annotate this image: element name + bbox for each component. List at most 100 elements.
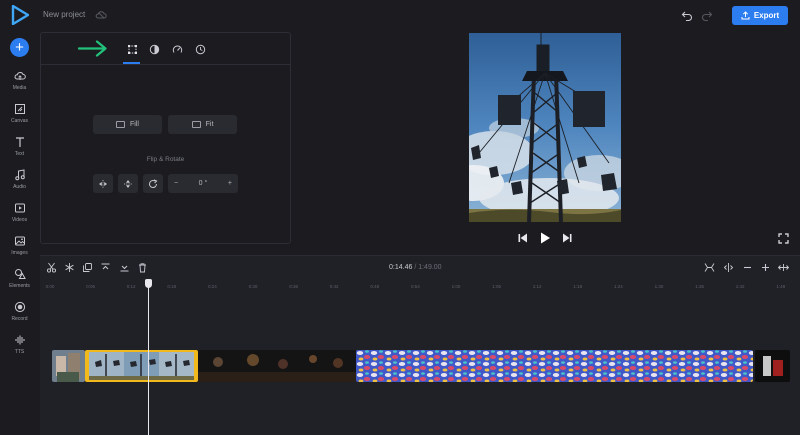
clip-thumbnail-image (755, 350, 790, 382)
current-time: 0:14.46 (389, 264, 413, 271)
cloud-sync-icon (95, 11, 107, 19)
expand-timeline-icon[interactable] (778, 262, 789, 273)
zoom-out-icon[interactable] (742, 262, 753, 273)
sidebar-item-label: Audio (13, 184, 26, 190)
export-button[interactable]: Export (732, 6, 788, 25)
flip-vertical-button[interactable] (118, 174, 138, 193)
fit-button[interactable]: Fit (168, 115, 237, 134)
export-label: Export (753, 11, 780, 20)
flip-vertical-icon (124, 179, 132, 188)
project-name[interactable]: New project (43, 10, 85, 19)
music-note-icon (14, 169, 25, 181)
fullscreen-icon[interactable] (778, 233, 789, 244)
fill-icon (116, 121, 126, 128)
playhead-line[interactable] (148, 280, 149, 435)
tab-speed[interactable] (170, 42, 184, 56)
timeline: 0:14.46 / 1:49.00 0:00 0:06 0:12 0:18 0:24 0:… (40, 255, 800, 435)
ruler-tick-label: 0:24 (208, 284, 217, 289)
fit-label: Fit (205, 121, 214, 128)
redo-icon[interactable] (701, 9, 713, 21)
timeline-ruler[interactable]: 0:00 0:06 0:12 0:18 0:24 0:30 0:36 0:42 0:48 0:54… (40, 284, 800, 292)
ruler-tick-label: 0:30 (248, 284, 258, 289)
timeline-toolbar: 0:14.46 / 1:49.00 (40, 256, 800, 280)
sidebar-item-images[interactable]: Images (0, 235, 39, 265)
ruler-tick-label: 1:06 (492, 284, 501, 289)
speed-icon (172, 45, 182, 53)
play-icon[interactable] (539, 231, 551, 245)
clip-1[interactable] (52, 350, 85, 382)
image-icon (14, 236, 25, 246)
flip-rotate-label: Flip & Rotate (146, 156, 185, 163)
rotate-button[interactable] (143, 174, 163, 193)
flip-horizontal-icon (99, 179, 107, 188)
sidebar-item-canvas[interactable]: Canvas (0, 103, 39, 133)
sidebar-item-tts[interactable]: TTS (0, 334, 39, 364)
align-top-icon[interactable] (100, 262, 111, 273)
skip-forward-icon[interactable] (561, 231, 573, 245)
ruler-tick-label: 0:54 (411, 284, 420, 289)
zoom-in-icon[interactable] (760, 262, 771, 273)
fill-label: Fill (130, 121, 139, 128)
ruler-tick-label: 0:12 (126, 284, 136, 289)
rotation-value[interactable]: 0 ° (199, 180, 208, 187)
clip-5[interactable] (755, 350, 790, 382)
sidebar-item-audio[interactable]: Audio (0, 169, 39, 199)
clip-thumbnail-image (356, 350, 753, 382)
playback-controls (515, 231, 575, 245)
video-preview[interactable] (469, 33, 621, 222)
split-scissors-icon[interactable] (46, 262, 57, 273)
tab-color[interactable] (147, 42, 161, 56)
sidebar-item-text[interactable]: Text (0, 136, 39, 166)
clip-2-selected[interactable] (85, 350, 198, 382)
sidebar-item-elements[interactable]: Elements (0, 268, 39, 298)
delete-trash-icon[interactable] (137, 262, 148, 273)
playhead-handle[interactable] (145, 279, 152, 288)
fit-timeline-icon[interactable] (704, 262, 715, 273)
adjust-panel: Fill Fit Flip & Rotate − 0 ° + (40, 32, 291, 244)
ruler-tick-label: 1:00 (451, 284, 461, 289)
tab-duration[interactable] (193, 42, 207, 56)
sidebar-item-videos[interactable]: Videos (0, 202, 39, 232)
time-readout: 0:14.46 / 1:49.00 (389, 264, 442, 271)
sidebar-item-media[interactable]: Media (0, 70, 39, 100)
align-bottom-icon[interactable] (119, 262, 130, 273)
skip-back-icon[interactable] (517, 231, 529, 245)
rotation-decrease-button[interactable]: − (174, 180, 178, 187)
ruler-tick-label: 1:36 (695, 284, 704, 289)
tab-crop[interactable] (125, 42, 139, 56)
ruler-tick-label: 1:42 (735, 284, 745, 289)
clip-4[interactable] (356, 350, 753, 382)
contrast-icon (149, 44, 159, 54)
split-view-icon[interactable] (723, 262, 734, 273)
ruler-tick-label: 0:42 (329, 284, 339, 289)
crop-icon (127, 44, 137, 54)
undo-icon[interactable] (681, 9, 693, 21)
text-icon (15, 137, 24, 147)
sidebar-item-label: Elements (9, 283, 30, 289)
app-logo-icon[interactable] (11, 5, 29, 25)
arrow-right-icon (78, 40, 107, 57)
elements-icon (14, 269, 26, 279)
ruler-tick-label: 0:48 (370, 284, 380, 289)
freeze-snowflake-icon[interactable] (64, 262, 75, 273)
record-icon (14, 301, 25, 313)
ruler-tick-label: 0:36 (289, 284, 298, 289)
add-media-button[interactable]: + (10, 38, 29, 57)
clip-3[interactable] (198, 350, 356, 382)
ruler-tick-label: 1:18 (573, 284, 583, 289)
left-sidebar: + Media Canvas Text Audio Videos Images … (0, 32, 39, 435)
rotation-increase-button[interactable]: + (228, 180, 232, 187)
flip-horizontal-button[interactable] (93, 174, 113, 193)
duplicate-icon[interactable] (82, 262, 93, 273)
ruler-tick-label: 1:24 (614, 284, 623, 289)
panel-tab-bar (41, 33, 290, 65)
sidebar-item-label: Videos (11, 217, 28, 223)
total-time: 1:49.00 (418, 264, 442, 271)
sidebar-item-label: Text (14, 151, 25, 157)
rotation-stepper[interactable]: − 0 ° + (168, 174, 238, 193)
plus-icon: + (15, 39, 24, 56)
fill-button[interactable]: Fill (93, 115, 162, 134)
clip-thumbnail-image (52, 350, 85, 382)
ruler-tick-label: 1:48 (776, 284, 786, 289)
sidebar-item-record[interactable]: Record (0, 301, 39, 331)
